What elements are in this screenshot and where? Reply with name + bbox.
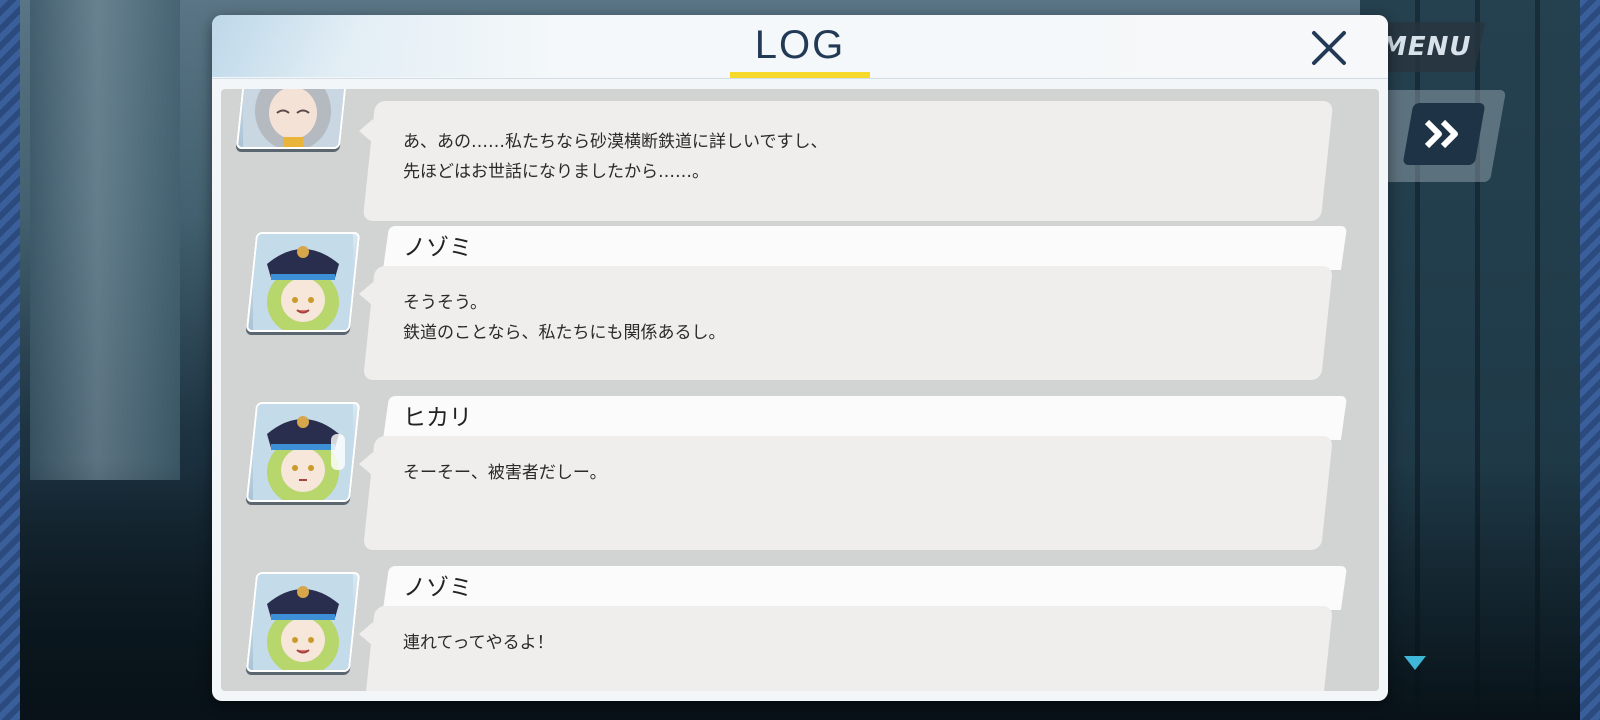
message-line: 連れてってやるよ！ bbox=[403, 633, 554, 653]
speaker-portrait bbox=[235, 89, 351, 149]
right-stripe-border bbox=[1580, 0, 1600, 720]
speaker-name: ヒカリ bbox=[403, 405, 472, 431]
close-button[interactable] bbox=[1304, 23, 1354, 73]
speaker-name-bar bbox=[382, 226, 1348, 270]
log-entry: ノゾミ そうそう。 鉄道のことなら、私たちにも関係あるし。 bbox=[221, 226, 1379, 386]
left-stripe-border bbox=[0, 0, 20, 720]
nozomi-portrait-icon bbox=[253, 234, 353, 332]
log-entry: ノゾミ 連れてってやるよ！ bbox=[221, 566, 1379, 691]
speaker-name-bar bbox=[382, 396, 1348, 440]
speaker-portrait bbox=[245, 572, 361, 672]
message-line: そーそー、被害者だしー。 bbox=[403, 463, 607, 483]
log-dialog: LOG あ、あの……私たちなら砂漠横断鉄道に詳しいですし、 先ほどはお世話になり… bbox=[212, 15, 1388, 701]
fast-forward-button[interactable] bbox=[1402, 103, 1486, 165]
header-divider bbox=[212, 78, 1388, 79]
gray-haired-girl-portrait-icon bbox=[243, 89, 343, 149]
background-pillar bbox=[30, 0, 180, 480]
nozomi-portrait-icon bbox=[253, 574, 353, 672]
hikari-portrait-icon bbox=[253, 404, 353, 502]
fast-forward-icon bbox=[1424, 119, 1458, 149]
log-entry: ヒカリ そーそー、被害者だしー。 bbox=[221, 396, 1379, 556]
message-line: 鉄道のことなら、私たちにも関係あるし。 bbox=[403, 323, 726, 343]
speaker-name: ノゾミ bbox=[403, 235, 472, 261]
speaker-portrait bbox=[245, 402, 361, 502]
dialog-header: LOG bbox=[212, 15, 1388, 78]
menu-button-label: MENU bbox=[1380, 32, 1472, 62]
speaker-name: ノゾミ bbox=[403, 575, 472, 601]
next-indicator-icon bbox=[1404, 656, 1426, 670]
message-line: そうそう。 bbox=[403, 293, 487, 313]
log-list[interactable]: あ、あの……私たちなら砂漠横断鉄道に詳しいですし、 先ほどはお世話になりましたか… bbox=[221, 89, 1379, 691]
speaker-portrait bbox=[245, 232, 361, 332]
speaker-name-bar bbox=[382, 566, 1348, 610]
message-bubble bbox=[363, 436, 1333, 550]
log-entry: あ、あの……私たちなら砂漠横断鉄道に詳しいですし、 先ほどはお世話になりましたか… bbox=[221, 89, 1379, 221]
message-line: 先ほどはお世話になりましたから……。 bbox=[403, 162, 709, 182]
close-icon bbox=[1312, 31, 1346, 65]
message-line: あ、あの……私たちなら砂漠横断鉄道に詳しいですし、 bbox=[403, 132, 828, 152]
dialog-title: LOG bbox=[754, 23, 846, 67]
